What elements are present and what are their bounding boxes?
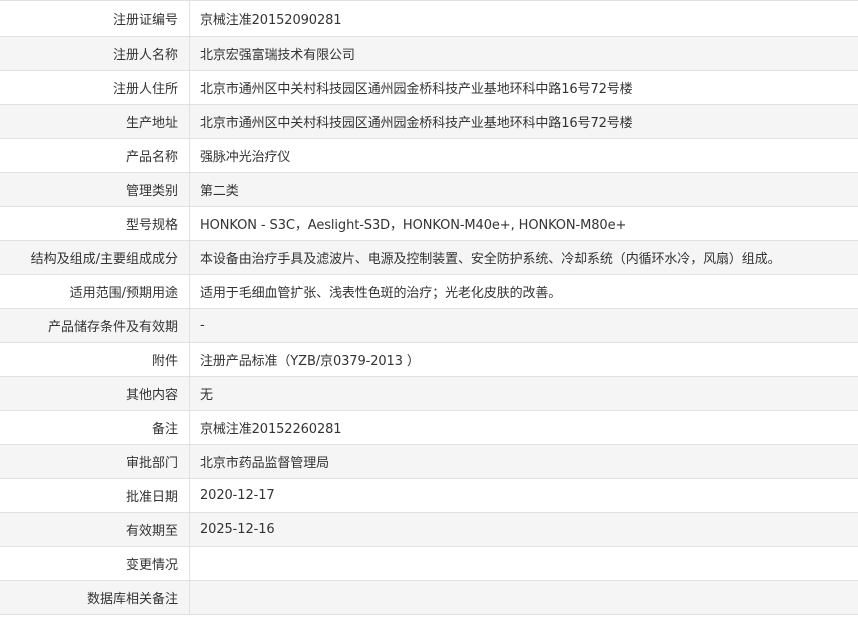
row-approval-department: 审批部门 北京市药品监督管理局 (0, 445, 858, 479)
label-production-address: 生产地址 (0, 105, 190, 138)
row-production-address: 生产地址 北京市通州区中关村科技园区通州园金桥科技产业基地环科中路16号72号楼 (0, 105, 858, 139)
label-approval-date: 批准日期 (0, 479, 190, 512)
row-database-remarks: 数据库相关备注 (0, 581, 858, 615)
row-structure-composition: 结构及组成/主要组成成分 本设备由治疗手具及滤波片、电源及控制装置、安全防护系统… (0, 241, 858, 275)
row-other-content: 其他内容 无 (0, 377, 858, 411)
label-approval-department: 审批部门 (0, 445, 190, 478)
value-approval-date: 2020-12-17 (200, 488, 275, 503)
row-remarks: 备注 京械注准20152260281 (0, 411, 858, 445)
label-model-specification: 型号规格 (0, 207, 190, 240)
label-intended-use: 适用范围/预期用途 (0, 275, 190, 308)
value-management-category: 第二类 (200, 184, 239, 199)
label-database-remarks: 数据库相关备注 (0, 581, 190, 614)
value-change-status (190, 547, 858, 580)
label-change-status: 变更情况 (0, 547, 190, 580)
value-structure-composition: 本设备由治疗手具及滤波片、电源及控制装置、安全防护系统、冷却系统（内循环水冷，风… (200, 252, 781, 267)
value-storage-validity: - (200, 318, 205, 333)
value-valid-until: 2025-12-16 (200, 522, 275, 537)
value-intended-use: 适用于毛细血管扩张、浅表性色斑的治疗；光老化皮肤的改善。 (200, 286, 562, 301)
row-attachment: 附件 注册产品标准（YZB/京0379-2013 ） (0, 343, 858, 377)
row-registrant-address: 注册人住所 北京市通州区中关村科技园区通州园金桥科技产业基地环科中路16号72号… (0, 71, 858, 105)
value-database-remarks (190, 581, 858, 614)
value-production-address: 北京市通州区中关村科技园区通州园金桥科技产业基地环科中路16号72号楼 (200, 116, 633, 131)
label-management-category: 管理类别 (0, 173, 190, 206)
row-change-status: 变更情况 (0, 547, 858, 581)
label-structure-composition: 结构及组成/主要组成成分 (0, 241, 190, 274)
value-registration-number: 京械注准20152090281 (200, 13, 342, 28)
row-approval-date: 批准日期 2020-12-17 (0, 479, 858, 513)
label-registrant-name: 注册人名称 (0, 37, 190, 70)
row-intended-use: 适用范围/预期用途 适用于毛细血管扩张、浅表性色斑的治疗；光老化皮肤的改善。 (0, 275, 858, 309)
value-remarks: 京械注准20152260281 (200, 422, 342, 437)
row-valid-until: 有效期至 2025-12-16 (0, 513, 858, 547)
registration-info-table: 注册证编号 京械注准20152090281 注册人名称 北京宏强富瑞技术有限公司… (0, 0, 858, 615)
value-approval-department: 北京市药品监督管理局 (200, 456, 330, 471)
label-registrant-address: 注册人住所 (0, 71, 190, 104)
label-valid-until: 有效期至 (0, 513, 190, 546)
value-model-specification: HONKON - S3C，Aeslight-S3D，HONKON-M40e+, … (200, 218, 627, 233)
label-attachment: 附件 (0, 343, 190, 376)
value-other-content: 无 (200, 388, 213, 403)
row-registration-number: 注册证编号 京械注准20152090281 (0, 1, 858, 37)
label-registration-number: 注册证编号 (0, 1, 190, 36)
label-remarks: 备注 (0, 411, 190, 444)
row-registrant-name: 注册人名称 北京宏强富瑞技术有限公司 (0, 37, 858, 71)
value-product-name: 强脉冲光治疗仪 (200, 150, 291, 165)
label-storage-validity: 产品储存条件及有效期 (0, 309, 190, 342)
label-product-name: 产品名称 (0, 139, 190, 172)
value-attachment: 注册产品标准（YZB/京0379-2013 ） (200, 354, 420, 369)
row-product-name: 产品名称 强脉冲光治疗仪 (0, 139, 858, 173)
row-model-specification: 型号规格 HONKON - S3C，Aeslight-S3D，HONKON-M4… (0, 207, 858, 241)
row-storage-validity: 产品储存条件及有效期 - (0, 309, 858, 343)
value-registrant-address: 北京市通州区中关村科技园区通州园金桥科技产业基地环科中路16号72号楼 (200, 82, 633, 97)
value-registrant-name: 北京宏强富瑞技术有限公司 (200, 48, 355, 63)
label-other-content: 其他内容 (0, 377, 190, 410)
row-management-category: 管理类别 第二类 (0, 173, 858, 207)
